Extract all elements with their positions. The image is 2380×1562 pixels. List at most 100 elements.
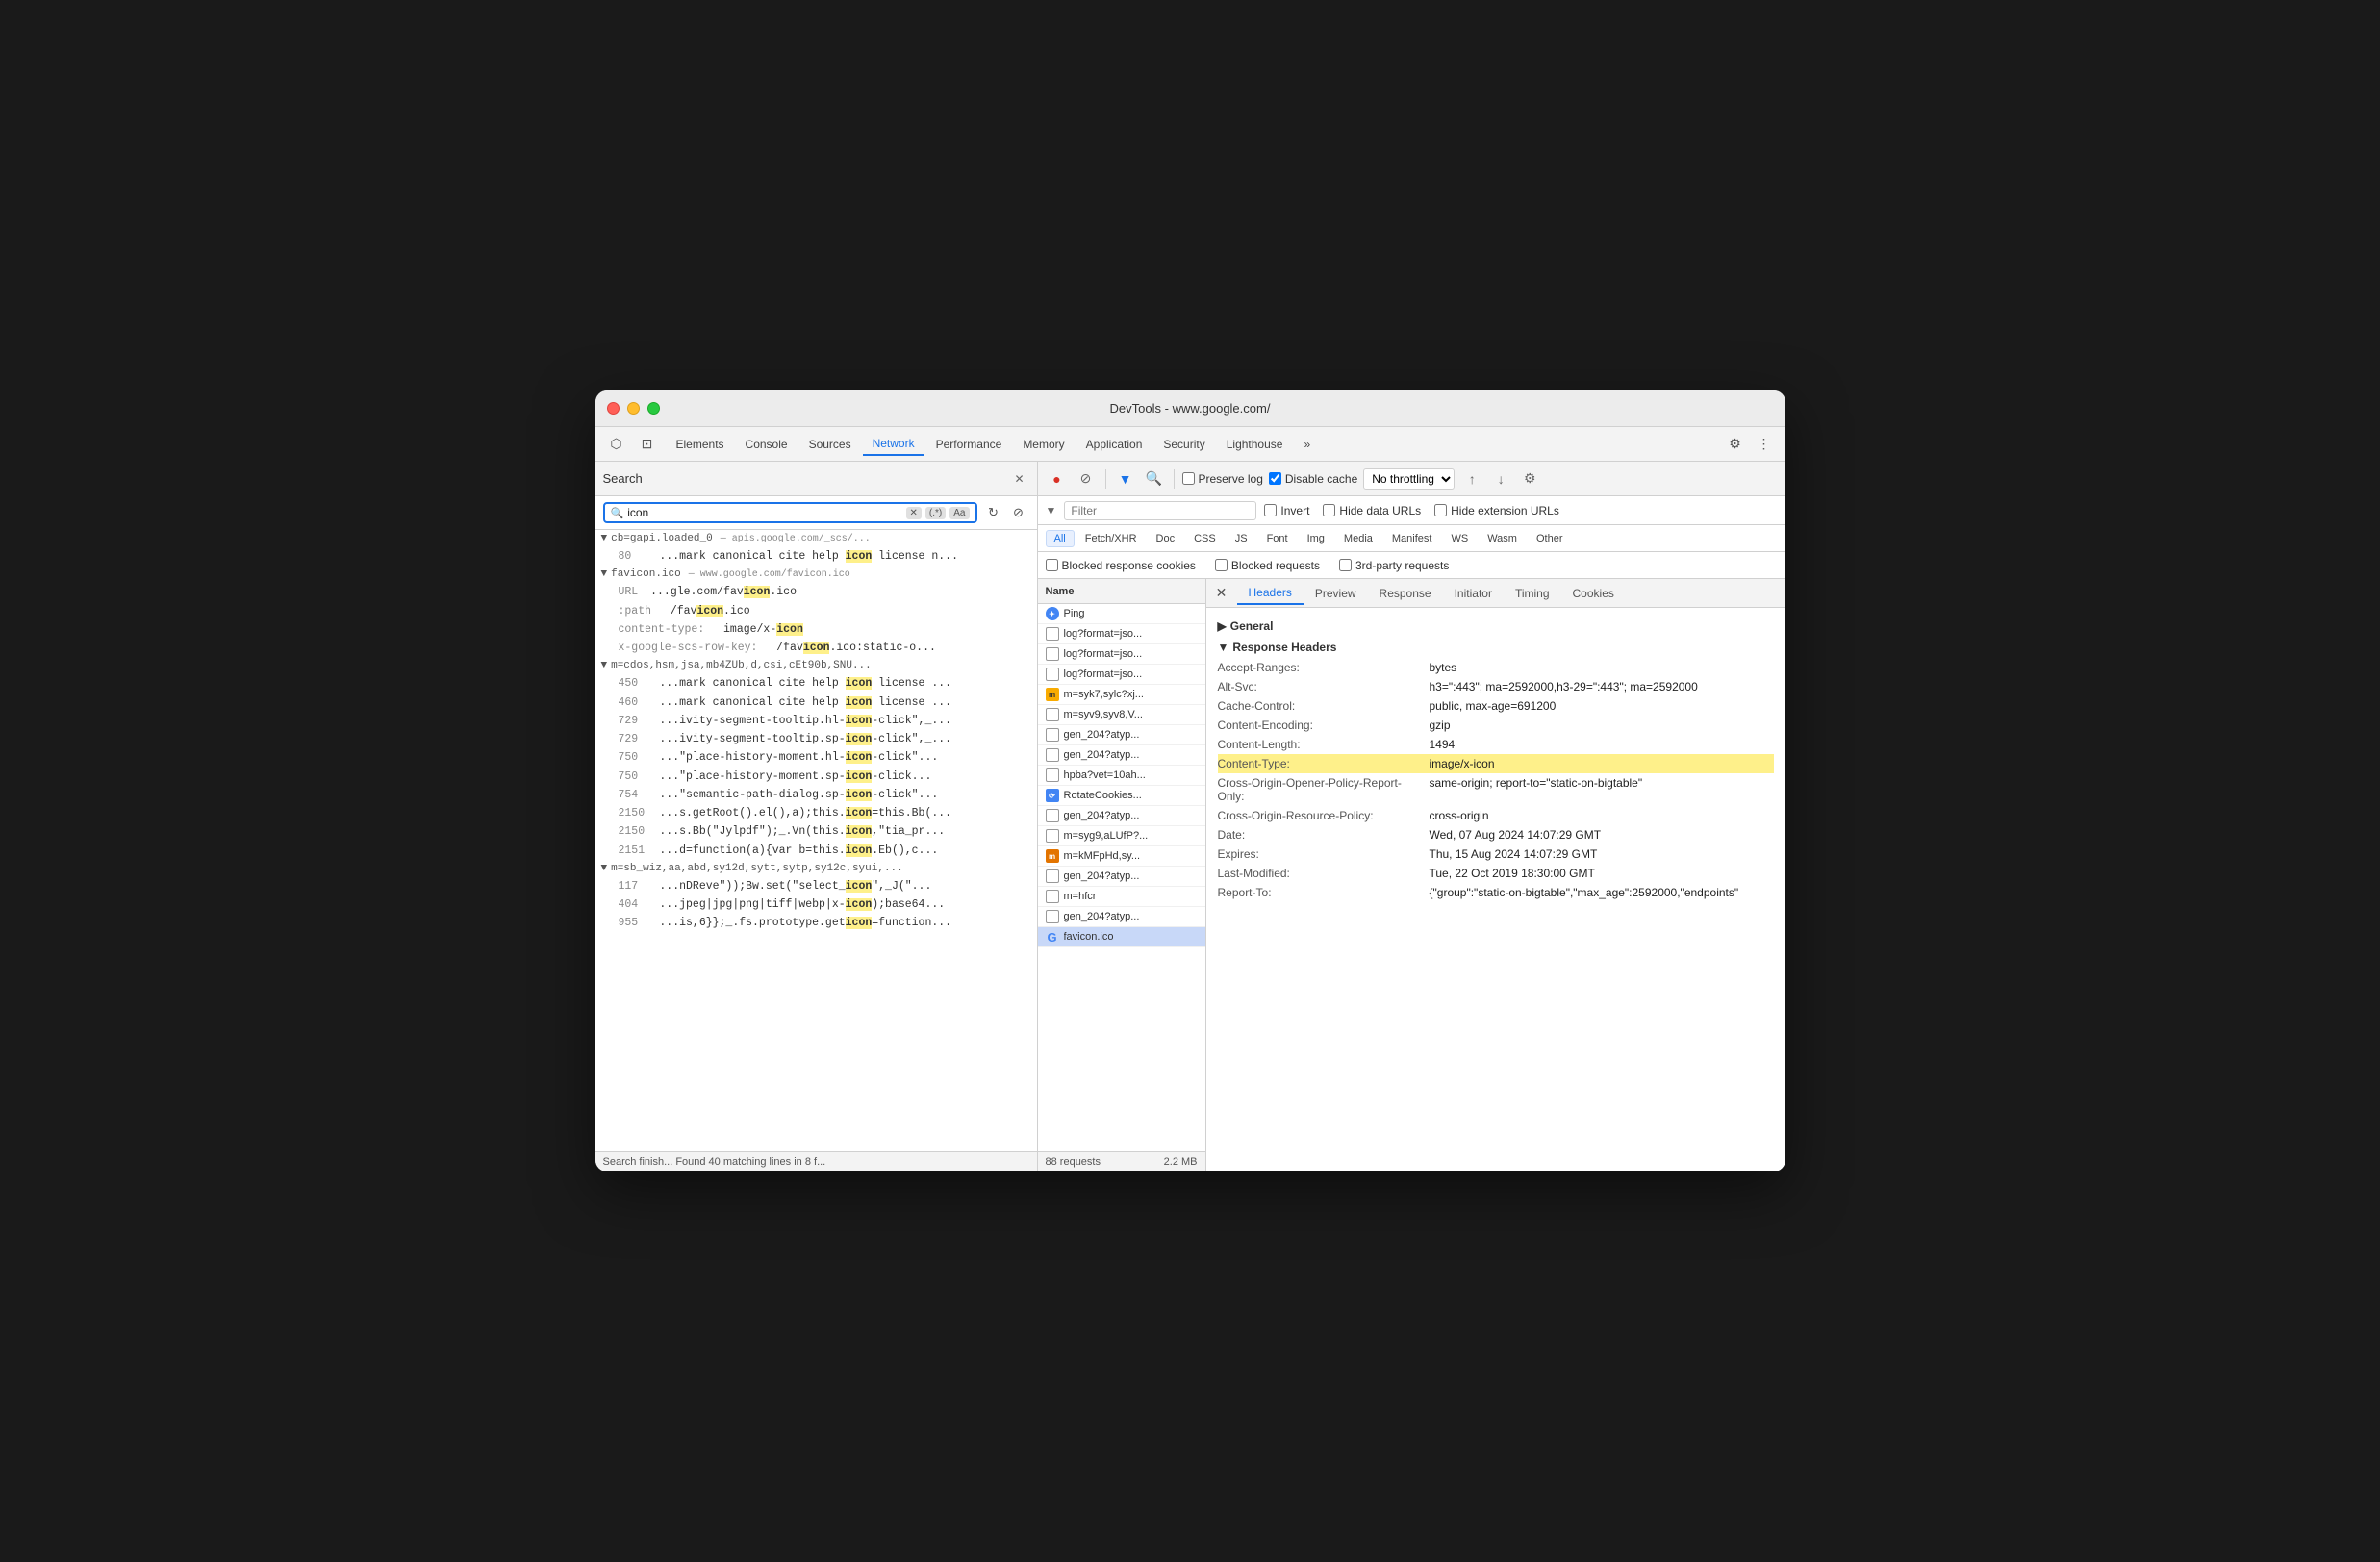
list-item[interactable]: log?format=jso... bbox=[1038, 624, 1205, 644]
preserve-log-checkbox[interactable] bbox=[1182, 472, 1195, 485]
type-btn-media[interactable]: Media bbox=[1335, 530, 1381, 547]
tab-response[interactable]: Response bbox=[1368, 583, 1443, 604]
detail-close-button[interactable]: ✕ bbox=[1210, 582, 1233, 605]
stop-button[interactable]: ⊘ bbox=[1075, 467, 1098, 491]
list-item[interactable]: content-type: image/x-icon bbox=[595, 620, 1037, 639]
tab-application[interactable]: Application bbox=[1076, 434, 1152, 455]
list-item[interactable]: :path /favicon.ico bbox=[595, 602, 1037, 620]
network-settings-button[interactable]: ⚙ bbox=[1518, 467, 1541, 491]
list-item[interactable]: ⟳ RotateCookies... bbox=[1038, 786, 1205, 806]
tab-sources[interactable]: Sources bbox=[799, 434, 861, 455]
maximize-button[interactable] bbox=[647, 402, 660, 415]
list-item-selected[interactable]: G favicon.ico bbox=[1038, 927, 1205, 947]
inspect-icon[interactable]: ⬡ bbox=[603, 431, 630, 458]
list-item[interactable]: 750 ..."place-history-moment.sp-icon-cli… bbox=[595, 768, 1037, 786]
tab-elements[interactable]: Elements bbox=[667, 434, 734, 455]
tab-cookies[interactable]: Cookies bbox=[1561, 583, 1626, 604]
filter-input[interactable] bbox=[1064, 501, 1256, 520]
list-item[interactable]: 2150 ...s.Bb("Jylpdf");_.Vn(this.icon,"t… bbox=[595, 822, 1037, 841]
search-input[interactable] bbox=[627, 506, 901, 519]
type-btn-all[interactable]: All bbox=[1046, 530, 1075, 547]
list-item[interactable]: x-google-scs-row-key: /favicon.ico:stati… bbox=[595, 639, 1037, 657]
list-item[interactable]: gen_204?atyp... bbox=[1038, 745, 1205, 766]
search-group-3[interactable]: ▼ m=cdos,hsm,jsa,mb4ZUb,d,csi,cEt90b,SNU… bbox=[595, 657, 1037, 674]
list-item[interactable]: 80 ...mark canonical cite help icon lice… bbox=[595, 547, 1037, 566]
close-button[interactable] bbox=[607, 402, 620, 415]
device-icon[interactable]: ⊡ bbox=[634, 431, 661, 458]
type-btn-wasm[interactable]: Wasm bbox=[1479, 530, 1526, 547]
list-item[interactable]: m=syv9,syv8,V... bbox=[1038, 705, 1205, 725]
hide-ext-checkbox[interactable] bbox=[1434, 504, 1447, 516]
filter-button[interactable]: ▼ bbox=[1114, 467, 1137, 491]
list-item[interactable]: m=syg9,aLUfP?... bbox=[1038, 826, 1205, 846]
type-btn-css[interactable]: CSS bbox=[1185, 530, 1225, 547]
type-btn-ws[interactable]: WS bbox=[1442, 530, 1477, 547]
settings-icon[interactable]: ⚙ bbox=[1722, 431, 1749, 458]
tab-performance[interactable]: Performance bbox=[926, 434, 1012, 455]
tab-console[interactable]: Console bbox=[736, 434, 798, 455]
clear-search-badge[interactable]: ✕ bbox=[906, 507, 922, 519]
list-item[interactable]: m=hfcr bbox=[1038, 887, 1205, 907]
regex-badge[interactable]: (.*) bbox=[925, 507, 946, 519]
throttle-select[interactable]: No throttling bbox=[1363, 468, 1455, 490]
export-button[interactable]: ↓ bbox=[1489, 467, 1512, 491]
record-button[interactable]: ● bbox=[1046, 467, 1069, 491]
list-item[interactable]: URL ...gle.com/favicon.ico bbox=[595, 583, 1037, 601]
list-item[interactable]: 750 ..."place-history-moment.hl-icon-cli… bbox=[595, 748, 1037, 767]
import-button[interactable]: ↑ bbox=[1460, 467, 1483, 491]
list-item[interactable]: m m=kMFpHd,sy... bbox=[1038, 846, 1205, 867]
list-item[interactable]: gen_204?atyp... bbox=[1038, 867, 1205, 887]
list-item[interactable]: ✦ Ping bbox=[1038, 604, 1205, 624]
third-party-checkbox[interactable] bbox=[1339, 559, 1352, 571]
more-icon[interactable]: ⋮ bbox=[1751, 431, 1778, 458]
list-item[interactable]: 955 ...is,6}};_.fs.prototype.geticon=fun… bbox=[595, 914, 1037, 932]
response-headers-section-header[interactable]: ▼ Response Headers bbox=[1218, 637, 1774, 658]
disable-cache-checkbox[interactable] bbox=[1269, 472, 1281, 485]
search-group-4[interactable]: ▼ m=sb_wiz,aa,abd,sy12d,sytt,sytp,sy12c,… bbox=[595, 860, 1037, 877]
blocked-cookies-checkbox[interactable] bbox=[1046, 559, 1058, 571]
list-item[interactable]: 754 ..."semantic-path-dialog.sp-icon-cli… bbox=[595, 786, 1037, 804]
refresh-search-button[interactable]: ↻ bbox=[983, 502, 1004, 523]
list-item[interactable]: 729 ...ivity-segment-tooltip.hl-icon-cli… bbox=[595, 712, 1037, 730]
search-group-2[interactable]: ▼ favicon.ico — www.google.com/favicon.i… bbox=[595, 566, 1037, 583]
tab-security[interactable]: Security bbox=[1153, 434, 1214, 455]
invert-checkbox[interactable] bbox=[1264, 504, 1277, 516]
list-item[interactable]: log?format=jso... bbox=[1038, 644, 1205, 665]
list-item[interactable]: 460 ...mark canonical cite help icon lic… bbox=[595, 693, 1037, 712]
list-item[interactable]: 2150 ...s.getRoot().el(),a);this.icon=th… bbox=[595, 804, 1037, 822]
search-close-button[interactable]: ✕ bbox=[1010, 469, 1029, 489]
type-btn-manifest[interactable]: Manifest bbox=[1383, 530, 1441, 547]
type-btn-doc[interactable]: Doc bbox=[1148, 530, 1184, 547]
tab-headers[interactable]: Headers bbox=[1237, 582, 1304, 605]
blocked-requests-checkbox[interactable] bbox=[1215, 559, 1228, 571]
case-badge[interactable]: Aa bbox=[949, 507, 969, 519]
hide-data-urls-checkbox[interactable] bbox=[1323, 504, 1335, 516]
tab-preview[interactable]: Preview bbox=[1304, 583, 1368, 604]
list-item[interactable]: gen_204?atyp... bbox=[1038, 806, 1205, 826]
list-item[interactable]: 2151 ...d=function(a){var b=this.icon.Eb… bbox=[595, 842, 1037, 860]
tab-timing[interactable]: Timing bbox=[1504, 583, 1561, 604]
minimize-button[interactable] bbox=[627, 402, 640, 415]
list-item[interactable]: hpba?vet=10ah... bbox=[1038, 766, 1205, 786]
tab-initiator[interactable]: Initiator bbox=[1443, 583, 1504, 604]
list-item[interactable]: gen_204?atyp... bbox=[1038, 907, 1205, 927]
list-item[interactable]: gen_204?atyp... bbox=[1038, 725, 1205, 745]
clear-search-button[interactable]: ⊘ bbox=[1008, 502, 1029, 523]
list-item[interactable]: log?format=jso... bbox=[1038, 665, 1205, 685]
search-group-1[interactable]: ▼ cb=gapi.loaded_0 — apis.google.com/_sc… bbox=[595, 530, 1037, 547]
tab-network[interactable]: Network bbox=[863, 433, 924, 456]
type-btn-other[interactable]: Other bbox=[1528, 530, 1572, 547]
type-btn-js[interactable]: JS bbox=[1227, 530, 1256, 547]
list-item[interactable]: 404 ...jpeg|jpg|png|tiff|webp|x-icon);ba… bbox=[595, 895, 1037, 914]
list-item[interactable]: 729 ...ivity-segment-tooltip.sp-icon-cli… bbox=[595, 730, 1037, 748]
list-item[interactable]: 450 ...mark canonical cite help icon lic… bbox=[595, 674, 1037, 693]
type-btn-img[interactable]: Img bbox=[1299, 530, 1333, 547]
tab-memory[interactable]: Memory bbox=[1013, 434, 1074, 455]
list-item[interactable]: 117 ...nDReve"));Bw.set("select_icon",_J… bbox=[595, 877, 1037, 895]
type-btn-fetch[interactable]: Fetch/XHR bbox=[1076, 530, 1146, 547]
tab-lighthouse[interactable]: Lighthouse bbox=[1217, 434, 1293, 455]
general-section-header[interactable]: ▶ General bbox=[1218, 616, 1774, 637]
type-btn-font[interactable]: Font bbox=[1258, 530, 1297, 547]
list-item[interactable]: m m=syk7,sylc?xj... bbox=[1038, 685, 1205, 705]
search-button[interactable]: 🔍 bbox=[1143, 467, 1166, 491]
